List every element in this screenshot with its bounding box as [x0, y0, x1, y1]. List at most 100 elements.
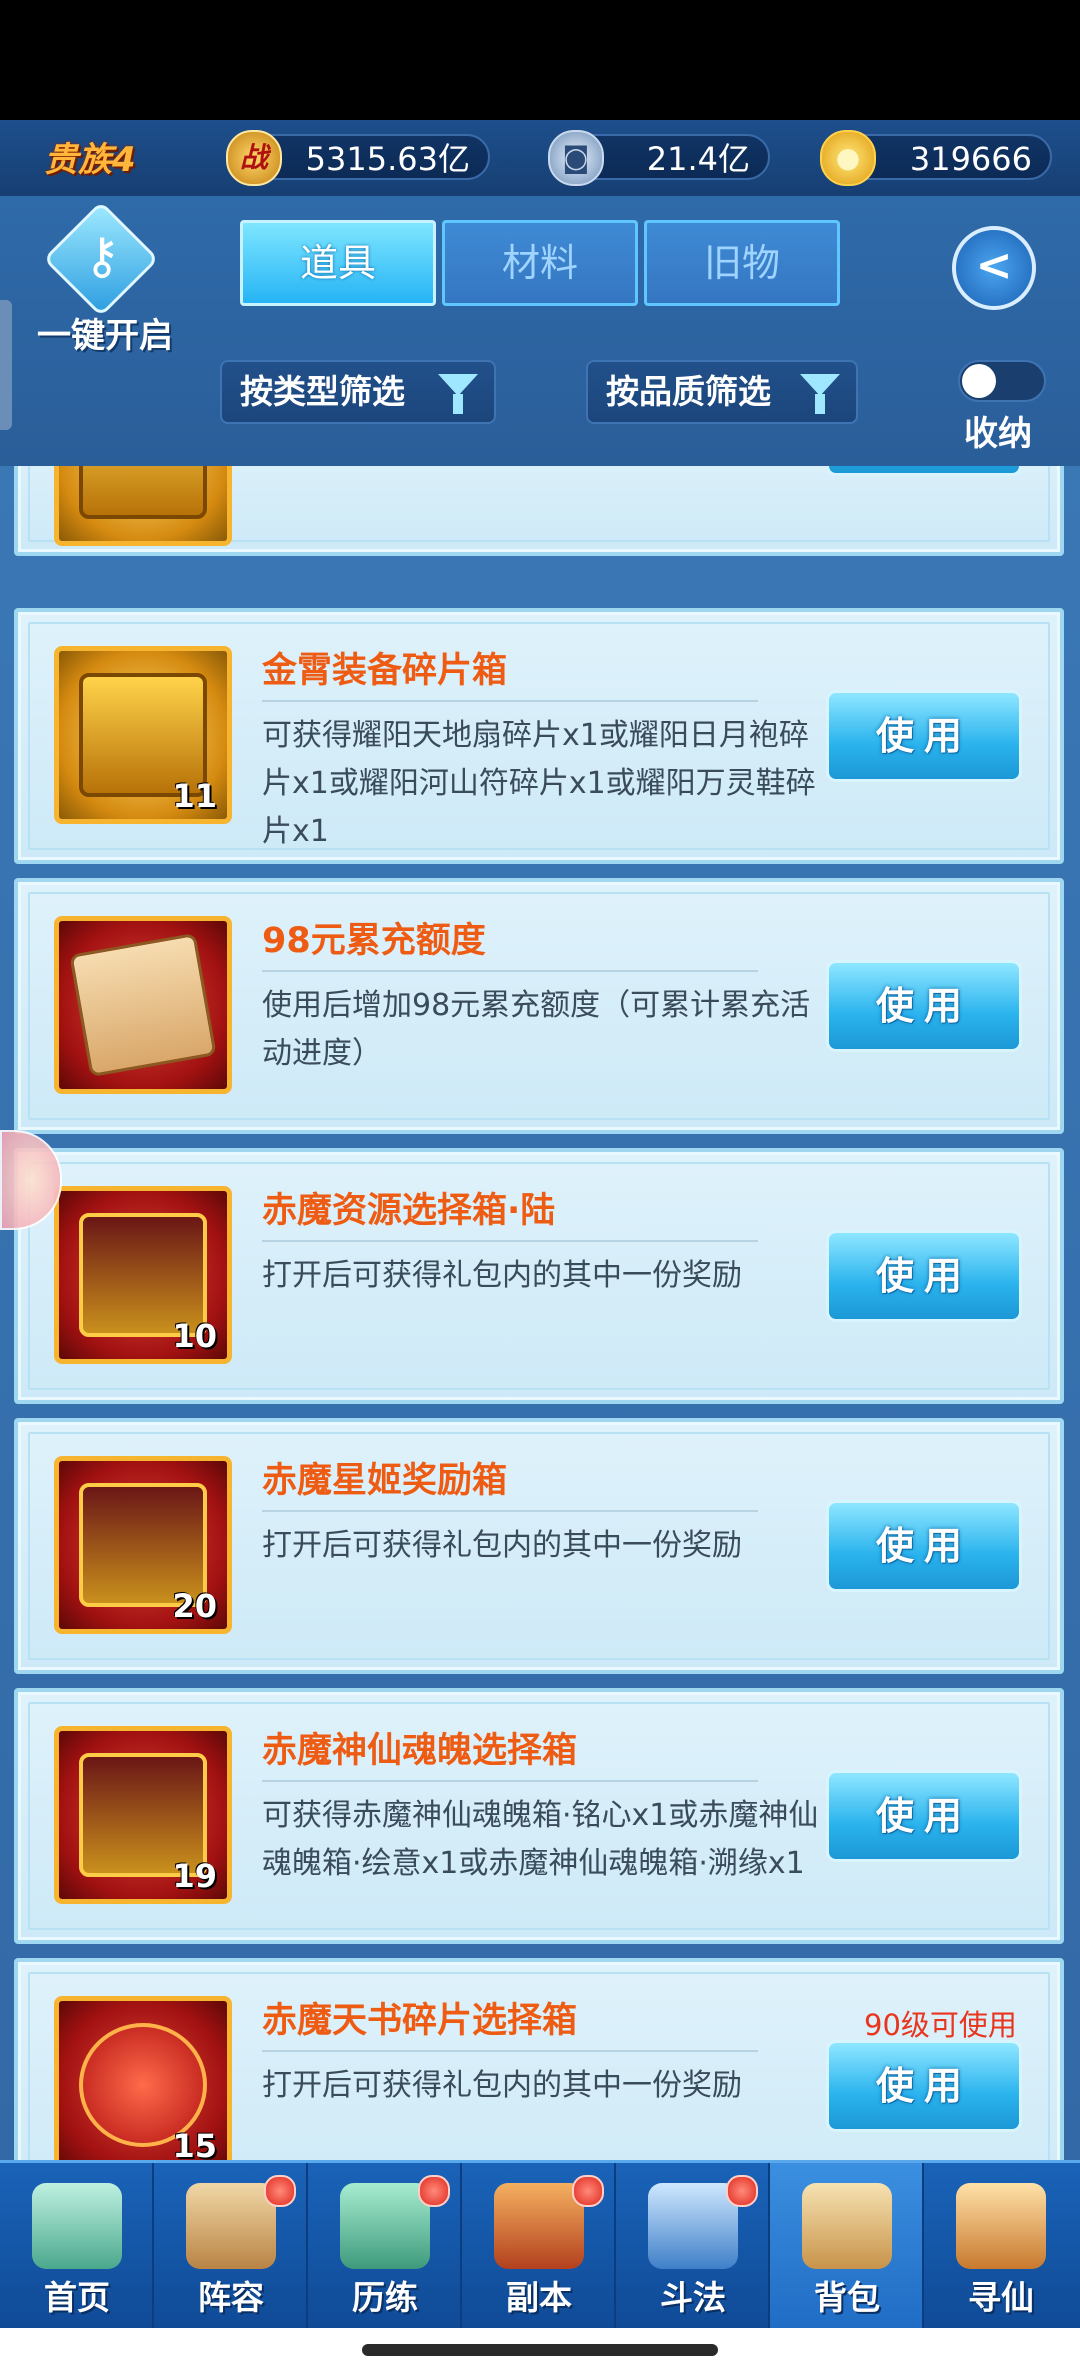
filter-by-quality-label: 按品质筛选 [606, 372, 771, 411]
divider [262, 1510, 758, 1512]
currency-bar: 贵族4 战 5315.63亿 ◙ 21.4亿 ● 319666 [0, 120, 1080, 198]
one-key-open-label: 一键开启 [37, 316, 173, 356]
item-list[interactable]: 使用 11 金霄装备碎片箱 可获得耀阳天地扇碎片x1或耀阳日月袍碎片x1或耀阳河… [0, 466, 1080, 2160]
list-item: 11 金霄装备碎片箱 可获得耀阳天地扇碎片x1或耀阳日月袍碎片x1或耀阳河山符碎… [14, 608, 1064, 864]
item-icon[interactable]: 20 [54, 1456, 232, 1634]
notification-dot [418, 2175, 450, 2207]
use-button[interactable]: 使用 [826, 1230, 1022, 1322]
divider [262, 970, 758, 972]
nav-label: 寻仙 [968, 2278, 1034, 2317]
recharge-book-icon [69, 932, 217, 1078]
nav-dungeon[interactable]: 副本 [462, 2163, 616, 2331]
one-key-open-button[interactable]: ⚷ 一键开启 [30, 201, 180, 356]
item-quantity: 10 [172, 1317, 217, 1355]
item-quantity: 11 [172, 777, 217, 815]
item-name: 赤魔资源选择箱·陆 [262, 1191, 556, 1231]
use-button[interactable]: 使用 [826, 2040, 1022, 2132]
nav-home[interactable]: 首页 [0, 2163, 154, 2331]
home-indicator[interactable] [362, 2344, 718, 2356]
level-requirement: 90级可使用 [864, 2008, 1017, 2042]
use-button[interactable]: 使用 [826, 690, 1022, 782]
item-description: 可获得赤魔神仙魂魄箱·铭心x1或赤魔神仙魂魄箱·绘意x1或赤魔神仙魂魄箱·溯缘x… [262, 1798, 819, 1881]
nav-label: 首页 [44, 2278, 110, 2317]
nav-label: 副本 [506, 2278, 572, 2317]
item-quantity: 15 [172, 2127, 217, 2160]
divider [262, 700, 758, 702]
coin-display: ◙ 21.4亿 [548, 130, 770, 186]
item-name: 98元累充额度 [262, 921, 486, 961]
battle-icon: 战 [226, 130, 282, 186]
divider [262, 1780, 758, 1782]
list-item: 98元累充额度 使用后增加98元累充额度（可累计累充活动进度） 使用 [14, 878, 1064, 1134]
notification-dot [572, 2175, 604, 2207]
nav-label: 阵容 [198, 2278, 264, 2317]
collapse-label: 收纳 [964, 414, 1032, 454]
back-arrow-icon: < [975, 240, 1013, 291]
gourd-icon [340, 2183, 430, 2269]
funnel-icon [438, 374, 478, 414]
home-island-icon [32, 2183, 122, 2269]
status-bar [0, 0, 1080, 120]
use-button[interactable]: 使用 [826, 1770, 1022, 1862]
item-description: 打开后可获得礼包内的其中一份奖励 [262, 1258, 742, 1293]
filter-by-quality-button[interactable]: 按品质筛选 [586, 360, 858, 424]
key-icon: ⚷ [83, 227, 121, 285]
funnel-icon [800, 374, 840, 414]
nav-label: 背包 [814, 2278, 880, 2317]
nav-seek-immortal[interactable]: 寻仙 [924, 2163, 1078, 2331]
item-icon[interactable]: 15 [54, 1996, 232, 2160]
filter-by-type-button[interactable]: 按类型筛选 [220, 360, 496, 424]
divider [262, 2050, 758, 2052]
nav-lineup[interactable]: 阵容 [154, 2163, 308, 2331]
notification-dot [726, 2175, 758, 2207]
list-item: 20 赤魔星姬奖励箱 打开后可获得礼包内的其中一份奖励 使用 [14, 1418, 1064, 1674]
item-quantity: 19 [172, 1857, 217, 1895]
item-description: 打开后可获得礼包内的其中一份奖励 [262, 1528, 742, 1563]
temple-gate-icon [494, 2183, 584, 2269]
side-drawer-handle[interactable] [0, 300, 12, 430]
divider [262, 1240, 758, 1242]
use-button[interactable]: 使用 [826, 466, 1022, 476]
item-icon[interactable]: 11 [54, 646, 232, 824]
item-icon[interactable]: 10 [54, 1186, 232, 1364]
coin-value: 21.4亿 [646, 140, 750, 178]
nav-bag[interactable]: 背包 [770, 2163, 924, 2331]
item-name: 金霄装备碎片箱 [262, 651, 508, 691]
battle-power-value: 5315.63亿 [305, 140, 470, 178]
item-name: 赤魔神仙魂魄选择箱 [262, 1731, 578, 1771]
item-icon[interactable] [54, 916, 232, 1094]
tab-materials[interactable]: 材料 [442, 220, 638, 306]
item-icon[interactable] [54, 466, 232, 546]
nav-duel[interactable]: 斗法 [616, 2163, 770, 2331]
toggle-knob [962, 364, 996, 398]
bag-header: ⚷ 一键开启 道具 材料 旧物 < 按类型筛选 按品质筛选 收纳 [0, 196, 1080, 466]
back-button[interactable]: < [952, 226, 1036, 310]
item-icon[interactable]: 19 [54, 1726, 232, 1904]
battle-power-display: 战 5315.63亿 [226, 130, 490, 186]
filter-by-type-label: 按类型筛选 [240, 372, 405, 411]
swords-icon [648, 2183, 738, 2269]
tab-items[interactable]: 道具 [240, 220, 436, 306]
nav-training[interactable]: 历练 [308, 2163, 462, 2331]
gold-value: 319666 [909, 140, 1032, 178]
list-item: 使用 [14, 466, 1064, 556]
item-name: 赤魔天书碎片选择箱 [262, 2001, 578, 2041]
item-description: 可获得耀阳天地扇碎片x1或耀阳日月袍碎片x1或耀阳河山符碎片x1或耀阳万灵鞋碎片… [262, 718, 816, 849]
vip-rank[interactable]: 贵族4 [44, 132, 136, 181]
item-description: 使用后增加98元累充额度（可累计累充活动进度） [262, 988, 811, 1071]
gold-ingot-icon: ● [820, 130, 876, 186]
tab-old-items[interactable]: 旧物 [644, 220, 840, 306]
use-button[interactable]: 使用 [826, 1500, 1022, 1592]
nav-label: 历练 [352, 2278, 418, 2317]
list-item: 15 赤魔天书碎片选择箱 90级可使用 打开后可获得礼包内的其中一份奖励 使用 [14, 1958, 1064, 2160]
use-button[interactable]: 使用 [826, 960, 1022, 1052]
golden-chest-icon [79, 466, 207, 519]
list-item: 10 赤魔资源选择箱·陆 打开后可获得礼包内的其中一份奖励 使用 [14, 1148, 1064, 1404]
tab-bar: 道具 材料 旧物 [240, 220, 844, 306]
item-quantity: 20 [172, 1587, 217, 1625]
cards-icon [186, 2183, 276, 2269]
nav-label: 斗法 [660, 2278, 726, 2317]
gold-display: ● 319666 [820, 130, 1052, 186]
collapse-toggle[interactable] [958, 360, 1046, 402]
list-item: 19 赤魔神仙魂魄选择箱 可获得赤魔神仙魂魄箱·铭心x1或赤魔神仙魂魄箱·绘意x… [14, 1688, 1064, 1944]
